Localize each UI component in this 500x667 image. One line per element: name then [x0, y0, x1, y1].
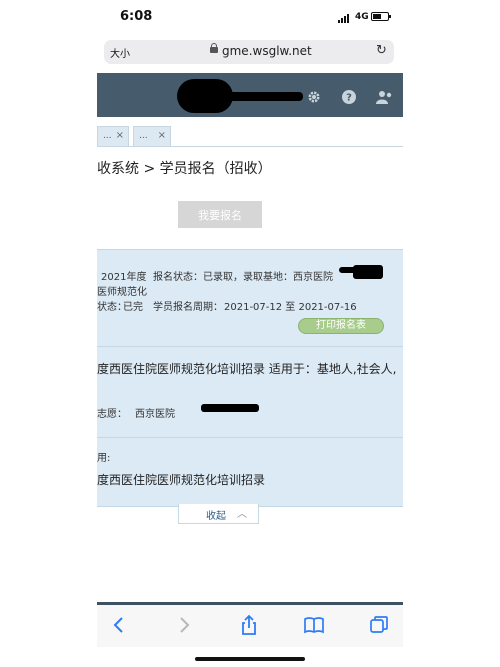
record-category: 医师规范化	[97, 287, 147, 298]
text-size-button[interactable]: 大小	[110, 45, 130, 60]
status-bar: 6:08 4G	[97, 0, 403, 38]
tab-divider	[97, 146, 403, 147]
tab-1[interactable]: ... ×	[97, 126, 129, 146]
help-icon[interactable]: ?	[342, 90, 356, 104]
gear-icon[interactable]	[307, 90, 321, 104]
back-icon[interactable]	[107, 613, 131, 637]
redaction-mark	[225, 92, 303, 101]
apply-status: 已录取，录取基地：西京医院	[203, 272, 333, 283]
apply-button[interactable]: 我要报名	[178, 201, 262, 228]
svg-text:?: ?	[346, 93, 352, 104]
lock-icon	[210, 43, 218, 53]
apply-status-label: 报名状态：	[153, 272, 203, 283]
phone-screen: 6:08 4G 大小 gme.wsglw.net ↻ ? ... × ... ×…	[97, 0, 403, 667]
url-text[interactable]: gme.wsglw.net	[222, 44, 312, 58]
address-bar[interactable]: 大小 gme.wsglw.net ↻	[104, 40, 394, 64]
record-state: 已完	[123, 302, 143, 313]
use-label: 用:	[97, 453, 111, 464]
bookmarks-icon[interactable]	[302, 613, 326, 637]
signal-icon	[338, 14, 352, 23]
print-form-button[interactable]: 打印报名表	[298, 318, 384, 334]
apply-period: 2021-07-12 至 2021-07-16	[224, 302, 357, 313]
forward-icon[interactable]	[172, 613, 196, 637]
app-header: ?	[97, 73, 403, 117]
home-indicator	[195, 657, 305, 661]
tab-2[interactable]: ... ×	[133, 126, 171, 146]
user-icon[interactable]	[376, 90, 392, 104]
period-label: 学员报名周期：	[153, 302, 223, 313]
redaction-mark	[353, 265, 383, 279]
use-value: 度西医住院医师规范化培训招录	[97, 473, 266, 487]
chevron-up-icon: ︿	[237, 509, 247, 520]
clock: 6:08	[120, 9, 153, 24]
program-title: 度西医住院医师规范化培训招录 适用于：基地人,社会人,	[97, 362, 397, 376]
wish-label: 志愿：	[97, 409, 127, 420]
network-type: 4G	[355, 12, 369, 22]
record-year: 2021年度	[101, 272, 147, 283]
collapse-toggle[interactable]: 收起 ︿	[178, 504, 259, 524]
close-icon[interactable]: ×	[158, 130, 166, 141]
share-icon[interactable]	[237, 613, 261, 637]
reload-icon[interactable]: ↻	[376, 43, 387, 58]
breadcrumb: 收系统 > 学员报名（招收）	[97, 161, 272, 177]
redaction-mark	[201, 404, 259, 412]
close-icon[interactable]: ×	[116, 130, 124, 141]
page-tabs: ... × ... ×	[97, 124, 403, 146]
wish-value: 西京医院	[135, 409, 175, 420]
registration-record: 2021年度 报名状态： 已录取，录取基地：西京医院 医师规范化 状态： 已完 …	[97, 249, 403, 507]
battery-icon	[371, 12, 391, 21]
tabs-icon[interactable]	[367, 613, 391, 637]
browser-toolbar	[97, 605, 403, 647]
